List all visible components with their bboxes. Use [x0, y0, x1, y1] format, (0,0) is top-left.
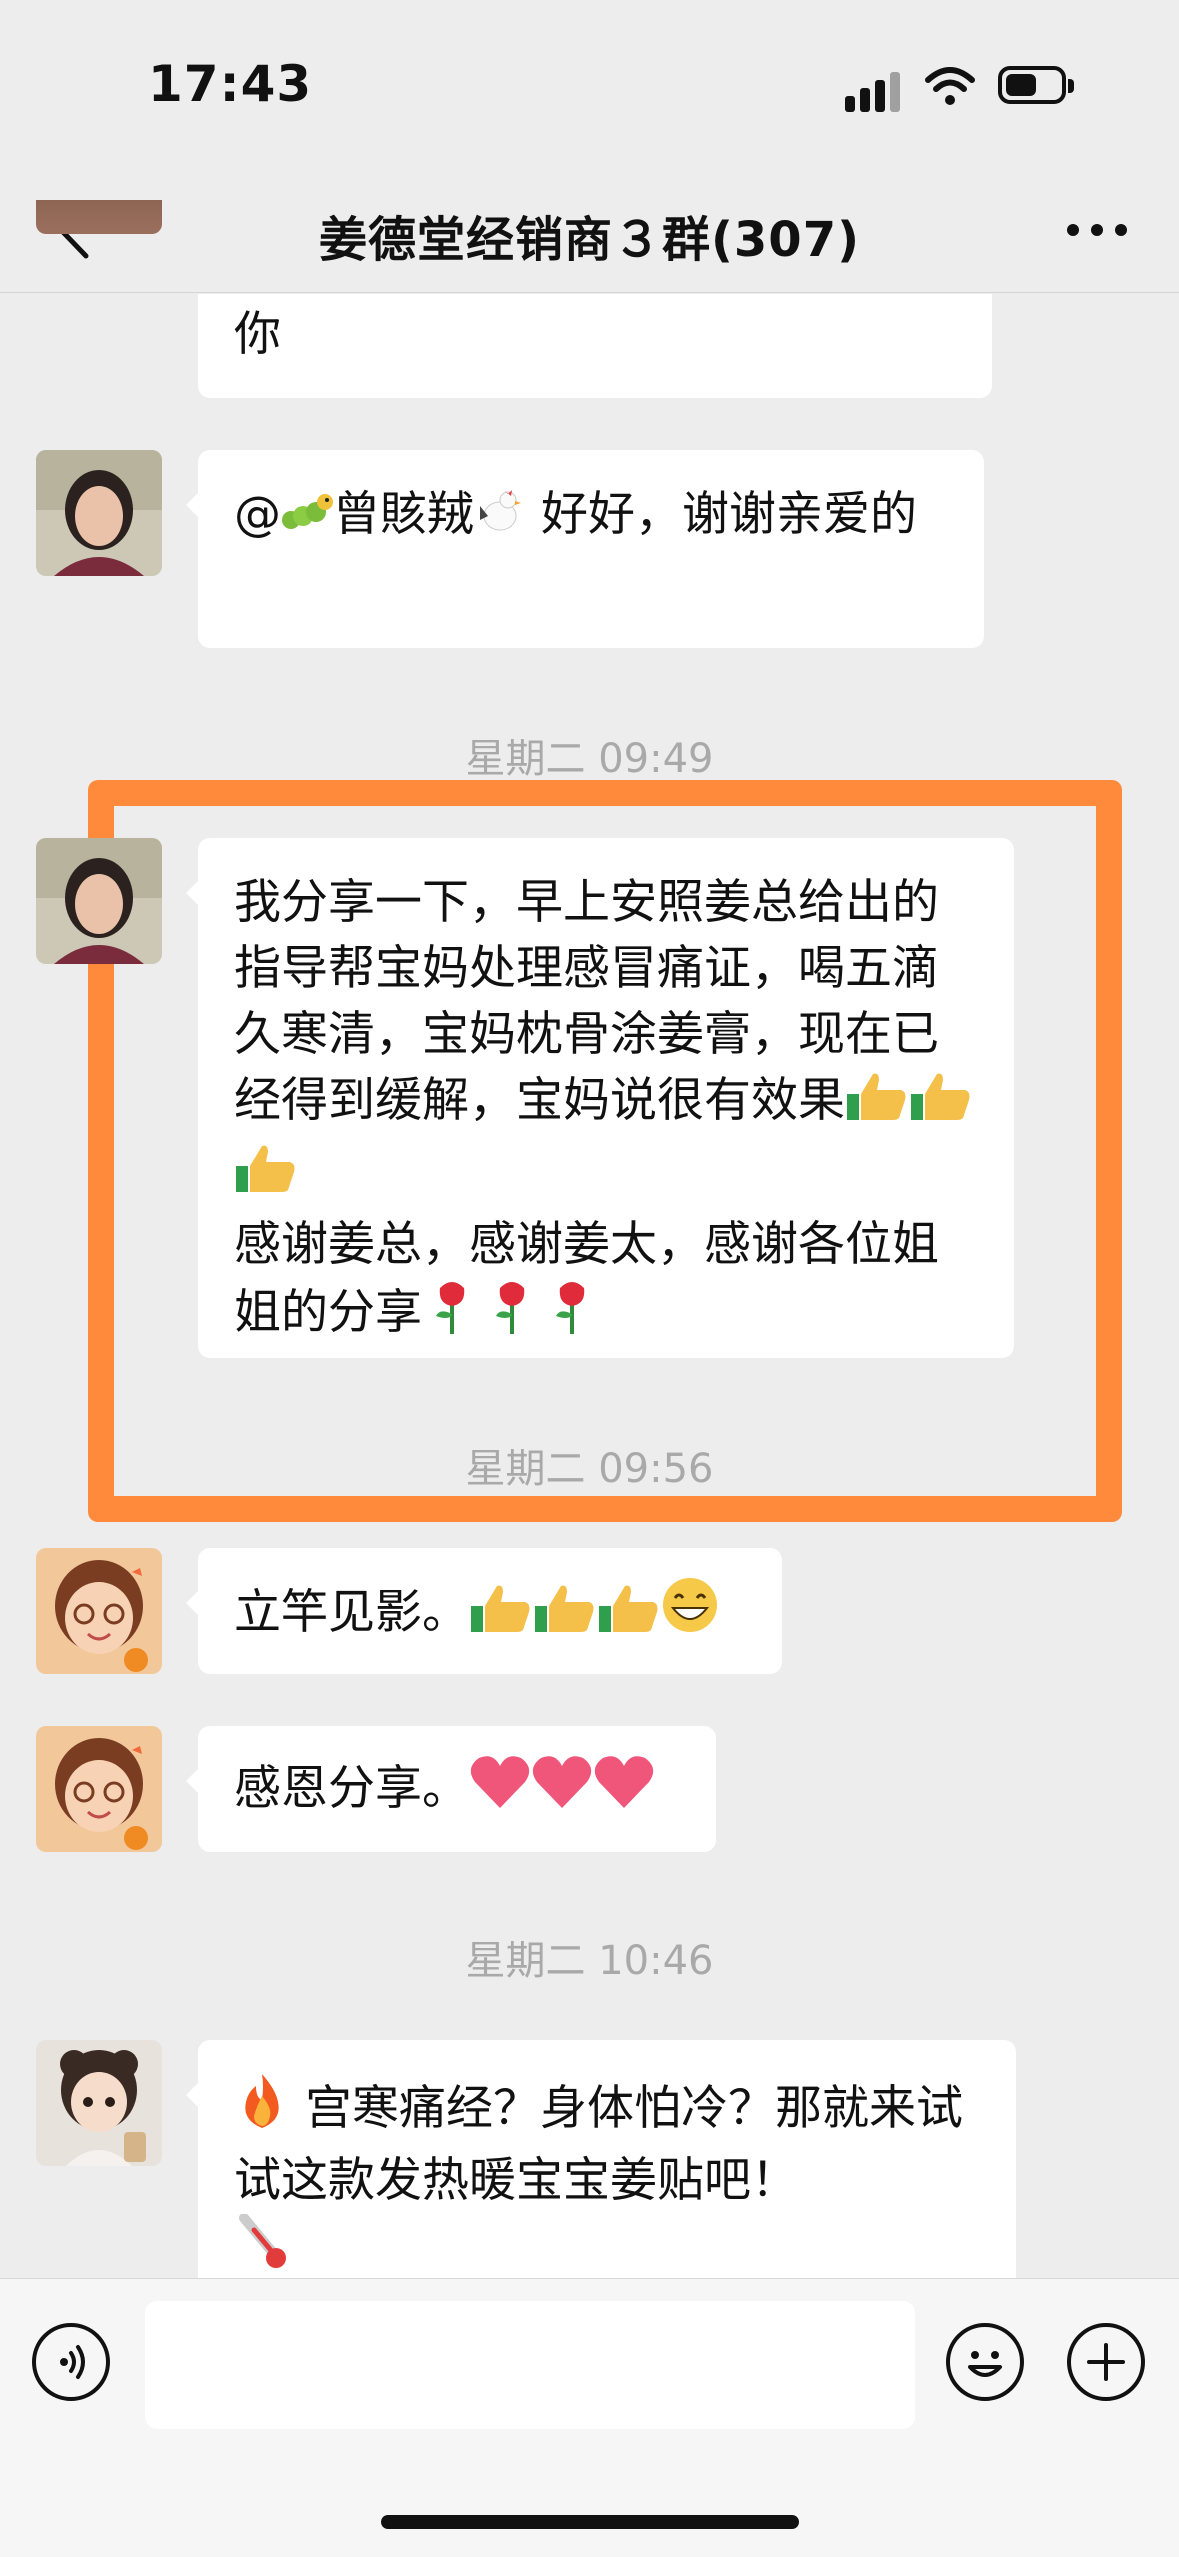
caterpillar-emoji: [281, 488, 333, 554]
thumbs-up-emoji: [234, 1142, 298, 1212]
timestamp: 星期二 09:49: [465, 736, 714, 782]
more-icon[interactable]: [1063, 208, 1131, 252]
thumbs-up-emoji: [845, 1070, 909, 1140]
heart-emoji: [531, 1754, 593, 1828]
thumbs-up-emoji: [909, 1070, 973, 1140]
message-text: 我分享一下，早上安照姜总给出的指导帮宝妈处理感冒痛证，喝五滴久寒清，宝妈枕骨涂姜…: [234, 875, 939, 1128]
rose-emoji: [542, 1278, 602, 1352]
fire-emoji: [234, 2072, 290, 2148]
status-time: 17:43: [148, 55, 313, 113]
message-bubble[interactable]: 我分享一下，早上安照姜总给出的指导帮宝妈处理感冒痛证，喝五滴久寒清，宝妈枕骨涂姜…: [186, 838, 1014, 1358]
battery-icon: [998, 66, 1074, 104]
mention-name: 曾賅羢: [333, 487, 474, 542]
message-bubble[interactable]: 宫寒痛经？身体怕冷？那就来试试这款发热暖宝宝姜贴吧！: [186, 2040, 1016, 2302]
avatar[interactable]: [36, 1548, 162, 1674]
chat-title: 姜德堂经销商３群(307): [318, 212, 861, 268]
emoji-icon[interactable]: [946, 2323, 1024, 2401]
message-bubble[interactable]: 感恩分享。: [186, 1726, 716, 1852]
heart-emoji: [593, 1754, 655, 1828]
avatar[interactable]: [36, 2040, 162, 2166]
thumbs-up-emoji: [533, 1582, 597, 1652]
message-bubble[interactable]: @ 曾賅羢 好好，谢谢亲爱的: [186, 450, 984, 648]
heart-emoji: [469, 1754, 531, 1828]
grin-emoji: [661, 1576, 719, 1652]
voice-icon[interactable]: [32, 2323, 110, 2401]
message-text: 立竿见影。: [234, 1585, 469, 1640]
message-text: 宫寒痛经？身体怕冷？那就来试试这款发热暖宝宝姜贴吧！: [234, 2081, 963, 2208]
message-bubble[interactable]: 你: [198, 294, 992, 398]
plus-icon[interactable]: [1067, 2323, 1145, 2401]
message-text: 好好，谢谢亲爱的: [526, 487, 917, 542]
message-bubble[interactable]: 立竿见影。: [186, 1548, 782, 1674]
thumbs-up-emoji: [597, 1582, 661, 1652]
timestamp: 星期二 10:46: [465, 1938, 714, 1984]
message-text: 感恩分享。: [234, 1761, 469, 1816]
status-bar: 17:43: [0, 0, 1179, 170]
rooster-emoji: [474, 486, 526, 554]
cellular-signal-icon: [845, 68, 903, 112]
message-input[interactable]: [145, 2301, 915, 2429]
timestamp: 星期二 09:56: [465, 1446, 714, 1492]
input-bar: [0, 2278, 1179, 2557]
avatar[interactable]: [36, 450, 162, 576]
mention-at: @: [234, 487, 281, 542]
avatar[interactable]: [36, 838, 162, 964]
thumbs-up-emoji: [469, 1582, 533, 1652]
home-indicator: [381, 2515, 799, 2529]
rose-emoji: [482, 1278, 542, 1352]
chat-header: 姜德堂经销商３群(307): [0, 170, 1179, 293]
message-text: 你: [234, 307, 281, 362]
rose-emoji: [422, 1278, 482, 1352]
avatar[interactable]: [36, 1726, 162, 1852]
wifi-icon: [925, 67, 975, 105]
